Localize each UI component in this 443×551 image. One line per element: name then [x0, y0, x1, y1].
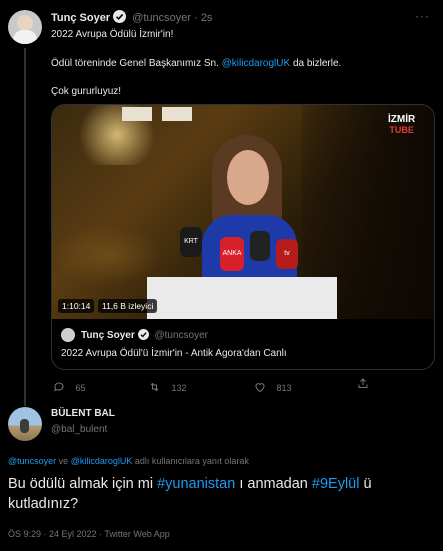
like-button[interactable]: 813: [254, 378, 291, 396]
quoted-author-name: Tunç Soyer: [81, 330, 135, 341]
heart-icon: [255, 383, 265, 393]
verified-badge-icon: [113, 10, 127, 23]
hashtag-link[interactable]: #yunanistan: [157, 476, 235, 492]
microphone-anka: ANKA: [220, 237, 244, 271]
reply-handle[interactable]: @bal_bulent: [51, 424, 107, 435]
video-player[interactable]: İZMİR TUBE KRT ANKA tv 1:10:14 11,6 B iz…: [52, 105, 434, 319]
reply-author-avatar[interactable]: [8, 407, 42, 441]
reply-to-mention-2[interactable]: @kilicdaroglUK: [71, 456, 133, 466]
tweet-timestamp[interactable]: 2s: [201, 12, 213, 24]
retweet-count: 132: [171, 383, 187, 393]
tweet-text-line3: Çok gururluyuz!: [51, 86, 122, 97]
like-count: 813: [276, 383, 292, 393]
hashtag-link[interactable]: #9Eylül: [312, 476, 360, 492]
tweet-header: Tunç Soyer @tuncsoyer · 2s: [51, 10, 213, 24]
thread-line: [24, 48, 26, 406]
tweet-author-name[interactable]: Tunç Soyer: [51, 12, 110, 24]
video-time-chip: 1:10:14: [58, 299, 95, 313]
tweet-text-line2: Ödül töreninde Genel Başkanımız Sn. @kil…: [51, 58, 342, 69]
reply-count: 65: [75, 383, 86, 393]
reply-button[interactable]: 65: [53, 378, 85, 396]
podium: [147, 277, 337, 319]
reply-text: Bu ödülü almak için mi #yunanistan ı anm…: [8, 476, 372, 512]
microphone-krt: KRT: [180, 227, 202, 257]
retweet-icon: [150, 382, 159, 392]
izmir-tube-logo: İZMİR TUBE: [388, 114, 416, 136]
reply-to-mention-1[interactable]: @tuncsoyer: [8, 456, 56, 466]
share-button[interactable]: [357, 377, 369, 395]
verified-badge-icon: [137, 329, 149, 340]
embedded-card[interactable]: İZMİR TUBE KRT ANKA tv 1:10:14 11,6 B iz…: [51, 104, 435, 370]
tweet-author-avatar[interactable]: [8, 10, 42, 44]
tweet-text-line1: 2022 Avrupa Ödülü İzmir'in!: [51, 29, 174, 40]
more-options-icon[interactable]: ···: [415, 9, 430, 23]
quoted-handle: @tuncsoyer: [154, 330, 209, 341]
microphone-tv: tv: [276, 239, 298, 269]
tweet-handle[interactable]: @tuncsoyer: [132, 12, 191, 24]
reply-meta[interactable]: ÖS 9:29 · 24 Eyl 2022 · Twitter Web App: [8, 529, 170, 539]
quoted-author-avatar: [61, 328, 75, 342]
reply-icon: [54, 382, 64, 392]
quoted-header: Tunç Soyer @tuncsoyer: [81, 329, 208, 341]
microphone: [250, 231, 270, 261]
retweet-button[interactable]: 132: [148, 378, 186, 396]
reply-to-line: @tuncsoyer ve @kilicdaroglUK adlı kullan…: [8, 456, 249, 466]
share-icon: [358, 378, 368, 388]
mention-link[interactable]: @kilicdaroglUK: [222, 58, 291, 69]
reply-author-name[interactable]: BÜLENT BAL: [51, 408, 115, 419]
video-views-chip: 11,6 B izleyici: [98, 299, 158, 313]
quoted-text: 2022 Avrupa Ödül'ü İzmir'in - Antik Agor…: [61, 348, 287, 359]
